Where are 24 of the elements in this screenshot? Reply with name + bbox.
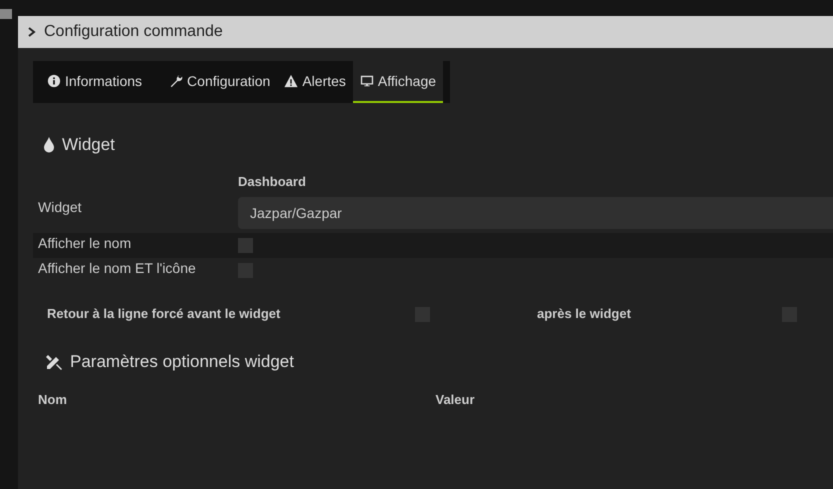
droplet-icon	[43, 137, 55, 153]
tab[interactable]: Configuration	[162, 61, 278, 103]
tab[interactable]: Alertes	[277, 61, 353, 103]
section-title: Widget	[62, 135, 115, 155]
option-label: après le widget	[537, 306, 632, 321]
column-header: Dashboard	[238, 174, 307, 189]
field-label: Afficher le nom	[37, 234, 132, 250]
option-label: Retour à la ligne forcé avant le widget	[47, 306, 282, 321]
monitor-icon	[360, 74, 374, 88]
wrench-icon	[169, 74, 184, 88]
chevron-icon	[28, 27, 36, 37]
tab[interactable]: Informations	[33, 61, 162, 103]
column-header: Nom	[38, 392, 68, 407]
column-header: Valeur	[436, 392, 476, 407]
tools-icon	[45, 353, 63, 371]
dialog-title: Configuration commande	[44, 23, 223, 41]
section-title: Paramètres optionnels widget	[70, 352, 294, 372]
widget-select[interactable]: Jazpar/Gazpar	[238, 197, 833, 229]
field-label: Widget	[37, 198, 83, 215]
info-icon	[47, 74, 61, 88]
field-label: Afficher le nom ET l'icône	[37, 260, 197, 276]
checkbox[interactable]	[238, 238, 253, 253]
tab[interactable]: Affichage	[352, 61, 444, 103]
warning-icon	[284, 74, 298, 88]
